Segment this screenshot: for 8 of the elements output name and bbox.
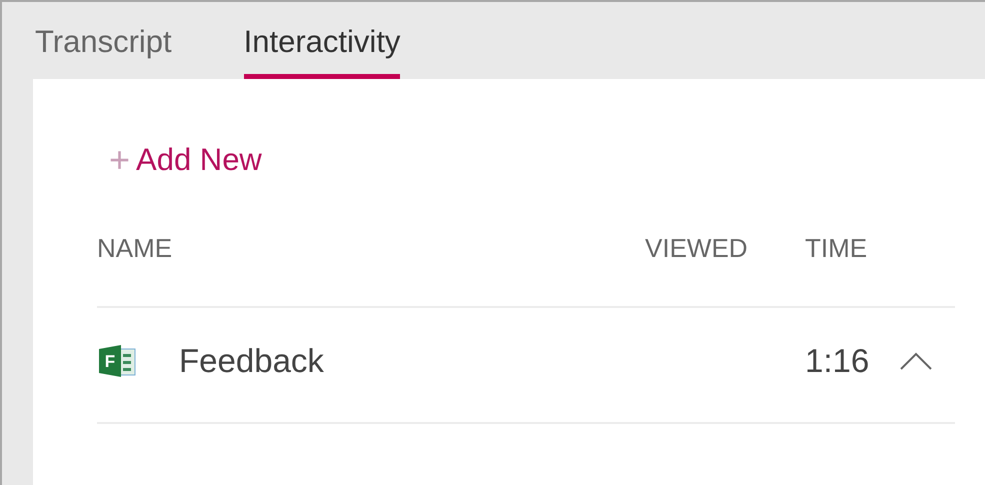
column-header: NAME — [97, 233, 174, 264]
row-name: Feedback — [179, 342, 324, 380]
time-cell-text: 1:16 — [805, 342, 870, 380]
column-header: VIEWED — [645, 233, 749, 264]
column-header: TIME — [805, 233, 868, 264]
chevron-icon[interactable] — [899, 351, 933, 371]
tab[interactable]: Transcript — [35, 24, 172, 79]
add-new-button[interactable]: + Add New — [97, 139, 262, 181]
